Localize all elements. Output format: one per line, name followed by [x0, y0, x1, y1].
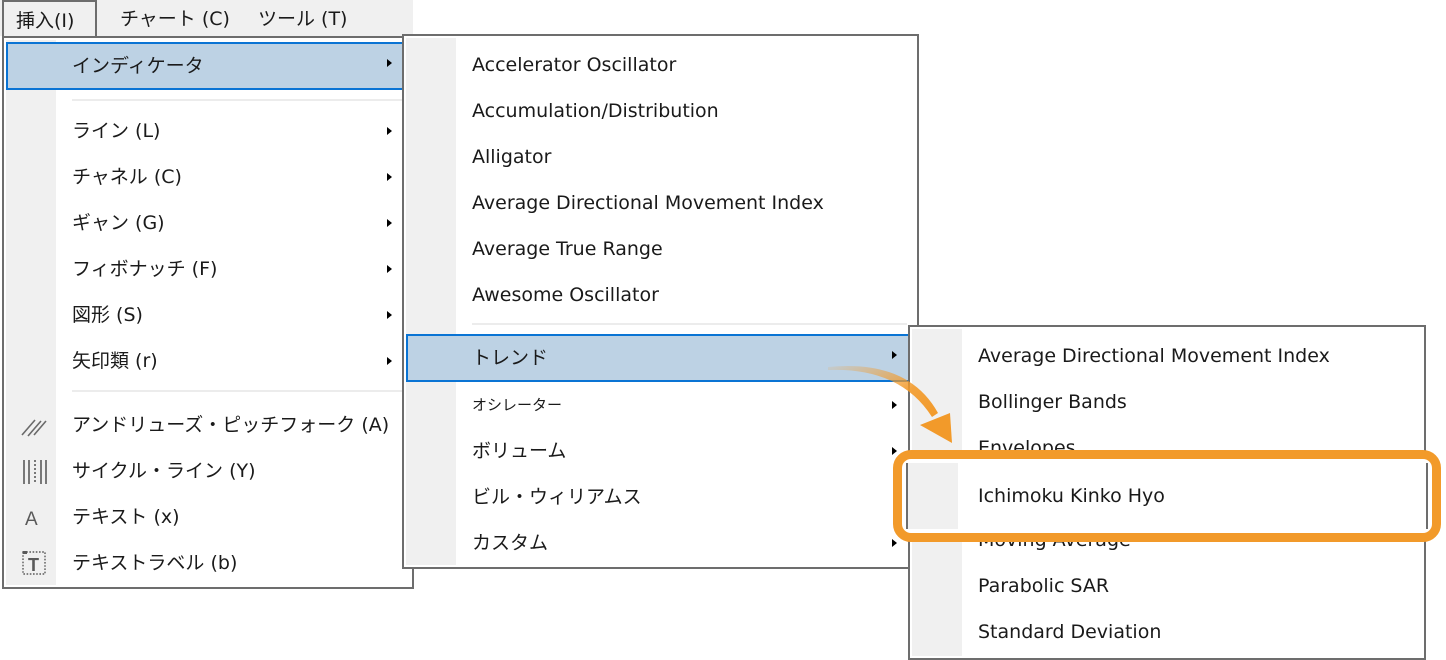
- menu-item-line[interactable]: ライン (L): [6, 110, 410, 152]
- menu-item-oscillators[interactable]: オシレーター: [406, 384, 915, 426]
- menu-item-bill-williams[interactable]: ビル・ウィリアムス: [406, 476, 915, 518]
- menu-bar: 挿入(I) チャート (C) ツール (T): [0, 0, 413, 38]
- insert-menu: インディケータ ライン (L) チャネル (C) ギャン (G) フィボナッチ …: [2, 36, 414, 589]
- menu-item-label: Alligator: [472, 146, 552, 168]
- menu-chart[interactable]: チャート (C): [108, 0, 242, 36]
- menu-item-label: 矢印類 (r): [72, 350, 158, 372]
- menu-item-label: Standard Deviation: [978, 621, 1162, 643]
- menu-item-admi[interactable]: Average Directional Movement Index: [406, 182, 915, 224]
- menu-item-arrows[interactable]: 矢印類 (r): [6, 340, 410, 382]
- submenu-arrow-icon: [387, 311, 392, 319]
- menu-separator: [472, 323, 907, 325]
- cycle-lines-icon: [20, 450, 48, 492]
- menu-item-accelerator-oscillator[interactable]: Accelerator Oscillator: [406, 44, 915, 86]
- menu-item-label: ギャン (G): [72, 212, 165, 234]
- menu-item-volumes[interactable]: ボリューム: [406, 430, 915, 472]
- submenu-arrow-icon: [387, 219, 392, 227]
- submenu-arrow-icon: [892, 539, 897, 547]
- menu-item-cycle-lines[interactable]: サイクル・ライン (Y): [6, 450, 410, 492]
- menu-item-label: ボリューム: [472, 440, 567, 462]
- menu-item-label: Awesome Oscillator: [472, 284, 659, 306]
- menu-item-label: 図形 (S): [72, 304, 143, 326]
- menu-item-channel[interactable]: チャネル (C): [6, 156, 410, 198]
- menu-item-text[interactable]: A テキスト (x): [6, 496, 410, 538]
- menu-gutter: [908, 463, 958, 529]
- menu-item-custom[interactable]: カスタム: [406, 522, 915, 564]
- menu-item-indicators[interactable]: インディケータ: [6, 42, 410, 90]
- menu-item-text-label[interactable]: T テキストラベル (b): [6, 542, 410, 584]
- menu-item-trend[interactable]: トレンド: [406, 334, 915, 382]
- menu-item-alligator[interactable]: Alligator: [406, 136, 915, 178]
- submenu-arrow-icon: [387, 173, 392, 181]
- menu-item-label: テキスト (x): [72, 506, 180, 528]
- menu-item-awesome-oscillator[interactable]: Awesome Oscillator: [406, 274, 915, 316]
- svg-text:A: A: [25, 509, 38, 530]
- menu-item-parabolic-sar[interactable]: Parabolic SAR: [912, 565, 1422, 607]
- menu-item-label: インディケータ: [72, 55, 204, 77]
- menu-item-standard-deviation[interactable]: Standard Deviation: [912, 611, 1422, 653]
- menu-separator: [72, 390, 402, 392]
- callout-highlight: Ichimoku Kinko Hyo: [893, 450, 1441, 542]
- menu-item-label: Average Directional Movement Index: [472, 192, 824, 214]
- menu-item-label: Parabolic SAR: [978, 575, 1110, 597]
- submenu-arrow-icon: [892, 447, 897, 455]
- menu-item-label: チャネル (C): [72, 166, 182, 188]
- submenu-arrow-icon: [387, 357, 392, 365]
- menu-separator: [72, 99, 402, 101]
- menu-item-ichimoku[interactable]: Ichimoku Kinko Hyo: [906, 463, 1428, 529]
- menu-item-trend-admi[interactable]: Average Directional Movement Index: [912, 335, 1422, 377]
- indicators-menu: Accelerator Oscillator Accumulation/Dist…: [402, 34, 919, 569]
- menu-item-gann[interactable]: ギャン (G): [6, 202, 410, 244]
- menu-item-label: テキストラベル (b): [72, 552, 238, 574]
- menu-item-label: Average Directional Movement Index: [978, 345, 1330, 367]
- text-label-icon: T: [20, 542, 48, 584]
- text-icon: A: [20, 496, 48, 538]
- menu-item-pitchfork[interactable]: アンドリューズ・ピッチフォーク (A): [6, 404, 410, 446]
- submenu-arrow-icon: [387, 265, 392, 273]
- pitchfork-icon: [20, 404, 48, 446]
- menu-item-label: フィボナッチ (F): [72, 258, 218, 280]
- menu-item-bollinger-bands[interactable]: Bollinger Bands: [912, 381, 1422, 423]
- menu-item-fibonacci[interactable]: フィボナッチ (F): [6, 248, 410, 290]
- menu-item-label: Ichimoku Kinko Hyo: [978, 485, 1165, 507]
- menu-item-average-true-range[interactable]: Average True Range: [406, 228, 915, 270]
- menu-item-label: Accumulation/Distribution: [472, 100, 719, 122]
- menu-item-label: ビル・ウィリアムス: [472, 486, 642, 508]
- menu-item-accumulation-distribution[interactable]: Accumulation/Distribution: [406, 90, 915, 132]
- menu-tools[interactable]: ツール (T): [246, 0, 359, 36]
- submenu-arrow-icon: [892, 351, 897, 359]
- menu-insert[interactable]: 挿入(I): [2, 0, 97, 38]
- menu-item-label: ライン (L): [72, 120, 161, 142]
- submenu-arrow-icon: [387, 59, 392, 67]
- svg-text:T: T: [28, 555, 39, 575]
- menu-item-label: Accelerator Oscillator: [472, 54, 677, 76]
- menu-item-label: Average True Range: [472, 238, 663, 260]
- menu-item-label: Bollinger Bands: [978, 391, 1127, 413]
- menu-item-label: オシレーター: [472, 396, 563, 414]
- submenu-arrow-icon: [387, 127, 392, 135]
- menu-item-label: トレンド: [472, 347, 549, 369]
- submenu-arrow-icon: [892, 401, 897, 409]
- menu-item-shapes[interactable]: 図形 (S): [6, 294, 410, 336]
- menu-item-label: アンドリューズ・ピッチフォーク (A): [72, 414, 390, 436]
- menu-item-label: カスタム: [472, 532, 549, 554]
- menu-item-label: サイクル・ライン (Y): [72, 460, 256, 482]
